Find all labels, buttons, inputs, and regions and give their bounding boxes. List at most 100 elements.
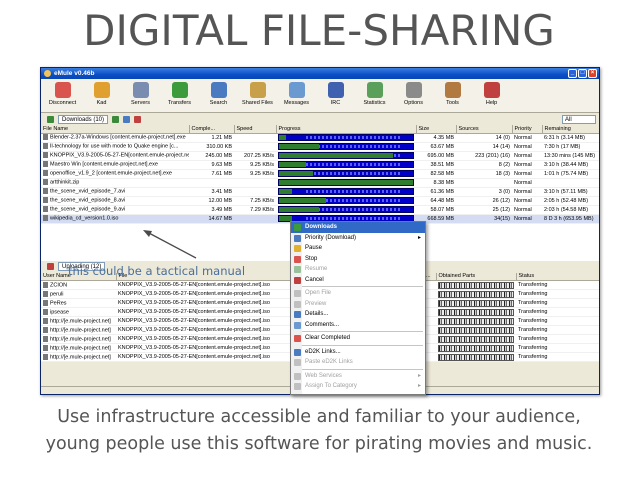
priority-cell: Normal xyxy=(512,169,542,179)
obtained-parts-bar xyxy=(438,344,514,352)
column-header[interactable]: Remaining xyxy=(542,125,599,134)
obtained-parts-bar xyxy=(438,335,514,343)
category-filter[interactable]: All xyxy=(562,114,596,124)
remaining-cell: 3:10 h (57.11 MB) xyxy=(542,187,599,197)
menu-item-priority-download[interactable]: Priority (Download) ▸ xyxy=(291,233,425,244)
progress-cell xyxy=(276,133,416,143)
sources-cell: 18 (3) xyxy=(456,169,512,179)
toolbar-shared-files-button[interactable]: Shared Files xyxy=(238,79,277,112)
menu-item-cancel[interactable]: Cancel xyxy=(291,275,425,286)
toolbar-disconnect-button[interactable]: Disconnect xyxy=(43,79,82,112)
downloads-list-selector[interactable]: Downloads (10) xyxy=(58,114,109,124)
close-button[interactable]: × xyxy=(588,69,597,78)
download-row[interactable]: Maestro Win [content.emule-project.net].… xyxy=(41,160,599,170)
toolbar-kad-button[interactable]: Kad xyxy=(82,79,121,112)
size-cell: 8.38 MB xyxy=(416,178,456,188)
menu-item-label: Priority (Download) xyxy=(305,234,357,241)
download-row[interactable]: artthinkit.zip 8.38 MB Normal xyxy=(41,178,599,188)
user-name: ZCION xyxy=(50,282,68,289)
toolbar-search-button[interactable]: Search xyxy=(199,79,238,112)
download-row[interactable]: Il-technology for use with mode to Quake… xyxy=(41,142,599,152)
toolbar-statistics-button[interactable]: Statistics xyxy=(355,79,394,112)
obtained-parts-cell xyxy=(436,334,516,344)
menu-item-details[interactable]: Details... xyxy=(291,309,425,320)
user-icon xyxy=(43,290,48,297)
file-name: artthinkit.zip xyxy=(50,179,80,186)
downloads-icon xyxy=(294,224,301,231)
toolbar-tools-button[interactable]: Tools xyxy=(433,79,472,112)
toolbar-servers-button[interactable]: Servers xyxy=(121,79,160,112)
menu-item-stop[interactable]: Stop xyxy=(291,254,425,265)
file-icon xyxy=(43,188,48,195)
menu-item-preview[interactable]: Preview xyxy=(291,299,425,310)
priority-cell: Normal xyxy=(512,178,542,188)
category-icon xyxy=(294,383,301,390)
toolbar-transfers-button[interactable]: Transfers xyxy=(160,79,199,112)
file-name-cell: the_scene_xvid_episode_7.avi xyxy=(41,187,189,197)
toolbar-options-button[interactable]: Options xyxy=(394,79,433,112)
menu-item-pause[interactable]: Pause xyxy=(291,243,425,254)
progress-cell xyxy=(276,142,416,152)
column-header[interactable]: Size xyxy=(416,125,457,134)
menu-item-web-services[interactable]: Web Services ▸ xyxy=(291,371,425,382)
user-cell: http://[e.mule-project.net] xyxy=(41,316,116,326)
toolbar-messages-button[interactable]: Messages xyxy=(277,79,316,112)
download-row[interactable]: the_scene_xvid_episode_9.avi 3.49 MB 7.29 … xyxy=(41,205,599,215)
menu-item-clear-completed[interactable]: Clear Completed xyxy=(291,333,425,344)
caption-line-2: young people use this software for pirat… xyxy=(45,434,593,454)
window-title: eMule v0.46b xyxy=(54,70,95,77)
download-row[interactable]: the_scene_xvid_episode_8.avi 12.00 MB 7.25… xyxy=(41,196,599,206)
menu-item-open-file[interactable]: Open File xyxy=(291,288,425,299)
toolbar-irc-button[interactable]: IRC xyxy=(316,79,355,112)
sources-cell: 8 (2) xyxy=(456,160,512,170)
column-header[interactable]: Comple... xyxy=(189,125,235,134)
menu-item-ed2k-links[interactable]: eD2K Links... xyxy=(291,347,425,358)
menu-item-assign-to-category[interactable]: Assign To Category ▸ xyxy=(291,381,425,392)
menu-item-paste-ed2k-links[interactable]: Paste eD2K Links xyxy=(291,357,425,368)
toolbar-help-button[interactable]: Help xyxy=(472,79,511,112)
file-icon xyxy=(43,206,48,213)
download-row[interactable]: openoffice_v1.9_2 [content.emule-project… xyxy=(41,169,599,179)
transfers-icon xyxy=(171,82,188,98)
menu-item-resume[interactable]: Resume xyxy=(291,264,425,275)
column-header[interactable]: Sources xyxy=(456,125,513,134)
minimize-button[interactable]: _ xyxy=(568,69,577,78)
remaining-cell: 2:03 h (54.58 MB) xyxy=(542,205,599,215)
slide-caption: Use infrastructure accessible and famili… xyxy=(0,404,638,458)
toggle-icon[interactable] xyxy=(112,115,120,123)
menu-item-comments[interactable]: Comments... xyxy=(291,320,425,331)
priority-cell: Normal xyxy=(512,151,542,161)
view-icon[interactable] xyxy=(123,115,131,123)
cancel-icon xyxy=(294,276,301,284)
tools-icon xyxy=(444,82,461,98)
column-header[interactable]: Speed xyxy=(234,125,277,134)
file-name-cell: KNOPPIX_V3.9-2005-05-27-EN[content.emule… xyxy=(41,151,189,161)
priority-icon xyxy=(294,234,301,242)
toolbar-label: Tools xyxy=(446,100,459,106)
remaining-cell: 7:30 h (17 MB) xyxy=(542,142,599,152)
column-header[interactable]: Progress xyxy=(276,125,417,134)
download-row[interactable]: Blender-2.37a-Windows [content.emule-pro… xyxy=(41,133,599,143)
user-cell: PeRes xyxy=(41,298,116,308)
column-header[interactable]: Obtained Parts xyxy=(436,272,517,281)
menu-item-label: Resume xyxy=(305,266,328,272)
completed-cell: 14.67 MB xyxy=(189,214,234,224)
maximize-button[interactable]: □ xyxy=(578,69,587,78)
speed-cell xyxy=(234,133,276,143)
file-icon xyxy=(43,134,48,141)
obtained-parts-bar xyxy=(438,326,514,334)
column-header[interactable]: Priority xyxy=(512,125,543,134)
stop-icon xyxy=(294,255,301,263)
user-cell: http://[e.mule-project.net] xyxy=(41,343,116,353)
column-header[interactable]: Status xyxy=(516,272,599,281)
column-header[interactable]: File Name xyxy=(41,125,190,134)
menu-item-label: Pause xyxy=(305,245,323,251)
sources-cell: 223 (201) (16) xyxy=(456,151,512,161)
download-row[interactable]: the_scene_xvid_episode_7.avi 3.41 MB 61.36… xyxy=(41,187,599,197)
priority-cell: Normal xyxy=(512,214,542,224)
status-cell: Transferring xyxy=(516,316,599,326)
progress-cell xyxy=(276,178,416,188)
filter-icon[interactable] xyxy=(134,115,142,123)
download-row[interactable]: KNOPPIX_V3.9-2005-05-27-EN[content.emule… xyxy=(41,151,599,161)
file-name: Il-technology for use with mode to Quake… xyxy=(50,143,179,150)
